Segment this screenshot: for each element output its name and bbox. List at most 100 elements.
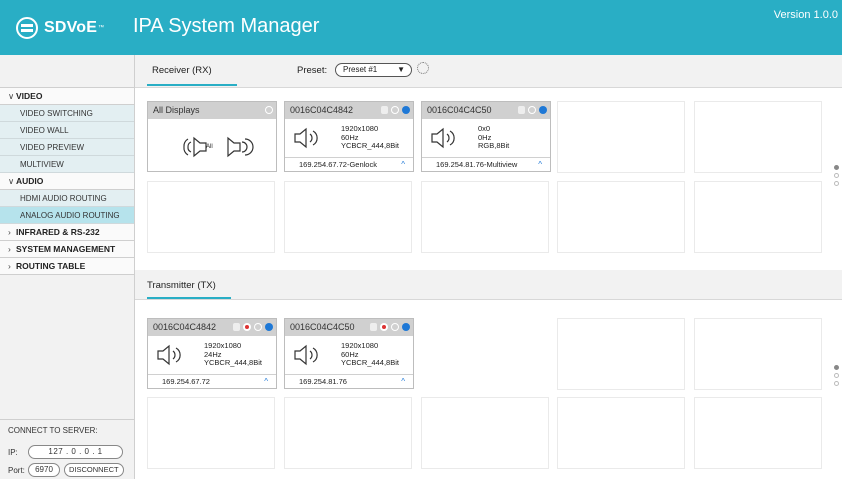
transmitter-toolbar: Transmitter (TX) — [135, 270, 842, 300]
gear-icon[interactable] — [391, 106, 399, 114]
sidebar-item-video-preview[interactable]: VIDEO PREVIEW — [0, 139, 134, 156]
chevron-down-icon: ∨ — [8, 176, 15, 186]
version-label: Version 1.0.0 — [773, 9, 838, 21]
section-label: SYSTEM MANAGEMENT — [16, 244, 116, 254]
tx-page-indicator — [834, 365, 840, 389]
record-icon[interactable] — [243, 323, 251, 331]
logo-text: SDVoE — [44, 19, 98, 36]
signal-info: 1920x1080 60Hz YCBCR_444,8Bit — [341, 341, 399, 368]
status-dot-icon — [539, 106, 547, 114]
ip-input[interactable]: 127 . 0 . 0 . 1 — [28, 445, 123, 459]
page-dot[interactable] — [834, 373, 839, 378]
disconnect-button[interactable]: DISCONNECT — [64, 463, 124, 477]
sidebar-item-analog-audio-routing[interactable]: ANALOG AUDIO ROUTING — [0, 207, 134, 224]
preset-gear-icon[interactable] — [417, 62, 429, 74]
gear-icon[interactable] — [254, 323, 262, 331]
main-panel: Receiver (RX) Preset: Preset #1 ▼ All Di… — [135, 55, 842, 479]
card-title: 0016C04C4C50 — [290, 322, 355, 332]
chevron-right-icon: › — [8, 261, 11, 271]
rx-empty-slot — [147, 181, 275, 253]
sidebar-section-routing-table[interactable]: › ROUTING TABLE — [0, 258, 134, 275]
server-connection-panel: CONNECT TO SERVER: IP: 127 . 0 . 0 . 1 P… — [0, 419, 134, 479]
all-label: All — [206, 144, 213, 150]
gear-icon[interactable] — [391, 323, 399, 331]
tx-device-card[interactable]: 0016C04C4842 1920x1080 24Hz YCBCR_444,8B… — [147, 318, 277, 389]
card-title: 0016C04C4C50 — [427, 105, 492, 115]
status-dot-icon — [402, 106, 410, 114]
color-format: YCBCR_444,8Bit — [341, 141, 399, 150]
card-body: 1920x1080 60Hz YCBCR_444,8Bit — [285, 119, 413, 157]
card-header: 0016C04C4C50 — [285, 319, 413, 336]
speaker-icon — [157, 344, 181, 366]
device-ip: 169.254.81.76 — [299, 377, 347, 386]
chevron-up-icon[interactable]: ^ — [538, 158, 542, 171]
rx-empty-slot — [284, 181, 412, 253]
rx-empty-slot — [694, 101, 822, 173]
tab-transmitter[interactable]: Transmitter (TX) — [147, 280, 216, 291]
rx-device-card[interactable]: 0016C04C4842 1920x1080 60Hz YCBCR_444,8B… — [284, 101, 414, 172]
port-label: Port: — [8, 465, 25, 475]
page-dot[interactable] — [834, 173, 839, 178]
signal-info: 0x0 0Hz RGB,8Bit — [478, 124, 510, 151]
tx-device-card[interactable]: 0016C04C4C50 1920x1080 60Hz YCBCR_444,8B… — [284, 318, 414, 389]
lock-icon[interactable] — [518, 106, 525, 114]
tab-receiver-underline — [147, 84, 237, 86]
app-header: SDVoE ™ IPA System Manager Version 1.0.0 — [0, 0, 842, 55]
tx-empty-slot — [147, 397, 275, 469]
status-dot-icon — [265, 323, 273, 331]
ip-row: IP: 127 . 0 . 0 . 1 — [8, 443, 126, 461]
page-dot[interactable] — [834, 381, 839, 386]
gear-icon[interactable] — [528, 106, 536, 114]
preset-select[interactable]: Preset #1 ▼ — [335, 63, 412, 77]
rx-empty-slot — [557, 181, 685, 253]
tab-transmitter-underline — [147, 297, 231, 299]
chevron-down-icon: ∨ — [8, 91, 15, 101]
sidebar-item-video-switching[interactable]: VIDEO SWITCHING — [0, 105, 134, 122]
lock-icon[interactable] — [370, 323, 377, 331]
tx-empty-slot — [694, 318, 822, 390]
rx-device-card[interactable]: 0016C04C4C50 0x0 0Hz RGB,8Bit 169.254.81… — [421, 101, 551, 172]
sdvoe-logo-mark-icon — [16, 17, 38, 39]
page-dot[interactable] — [834, 165, 839, 170]
sidebar-section-video[interactable]: ∨ VIDEO — [0, 88, 134, 105]
sidebar-item-hdmi-audio-routing[interactable]: HDMI AUDIO ROUTING — [0, 190, 134, 207]
all-speakers-icon — [183, 136, 254, 158]
sidebar-section-system-management[interactable]: › SYSTEM MANAGEMENT — [0, 241, 134, 258]
card-title: 0016C04C4842 — [290, 105, 354, 115]
page-dot[interactable] — [834, 365, 839, 370]
sidebar-section-infrared[interactable]: › INFRARED & RS-232 — [0, 224, 134, 241]
tx-empty-slot — [557, 318, 685, 390]
color-format: YCBCR_444,8Bit — [204, 358, 262, 367]
sidebar-item-video-wall[interactable]: VIDEO WALL — [0, 122, 134, 139]
chevron-up-icon[interactable]: ^ — [401, 158, 405, 171]
speaker-icon — [294, 344, 318, 366]
port-input[interactable]: 6970 — [28, 463, 60, 477]
app-title: IPA System Manager — [133, 15, 320, 37]
tab-receiver[interactable]: Receiver (RX) — [152, 65, 212, 76]
card-header: All Displays — [148, 102, 276, 119]
lock-icon[interactable] — [233, 323, 240, 331]
sidebar: ∨ VIDEO VIDEO SWITCHING VIDEO WALL VIDEO … — [0, 55, 135, 479]
rx-card-all-displays[interactable]: All Displays All — [147, 101, 277, 172]
chevron-up-icon[interactable]: ^ — [401, 375, 405, 388]
card-header: 0016C04C4842 — [285, 102, 413, 119]
rx-empty-slot — [694, 181, 822, 253]
preset-label: Preset: — [297, 65, 328, 76]
device-ip: 169.254.81.76-Multiview — [436, 160, 518, 169]
server-title: CONNECT TO SERVER: — [8, 426, 98, 435]
chevron-up-icon[interactable]: ^ — [264, 375, 268, 388]
device-ip: 169.254.67.72 — [162, 377, 210, 386]
color-format: RGB,8Bit — [478, 141, 510, 150]
lock-icon[interactable] — [381, 106, 388, 114]
card-title: 0016C04C4842 — [153, 322, 217, 332]
section-label: AUDIO — [16, 176, 44, 186]
section-label: ROUTING TABLE — [16, 261, 86, 271]
page-dot[interactable] — [834, 181, 839, 186]
section-label: INFRARED & RS-232 — [16, 227, 100, 237]
card-header: 0016C04C4842 — [148, 319, 276, 336]
gear-icon[interactable] — [265, 106, 273, 114]
sidebar-item-multiview[interactable]: MULTIVIEW — [0, 156, 134, 173]
record-icon[interactable] — [380, 323, 388, 331]
logo-trademark: ™ — [98, 25, 105, 31]
sidebar-section-audio[interactable]: ∨ AUDIO — [0, 173, 134, 190]
